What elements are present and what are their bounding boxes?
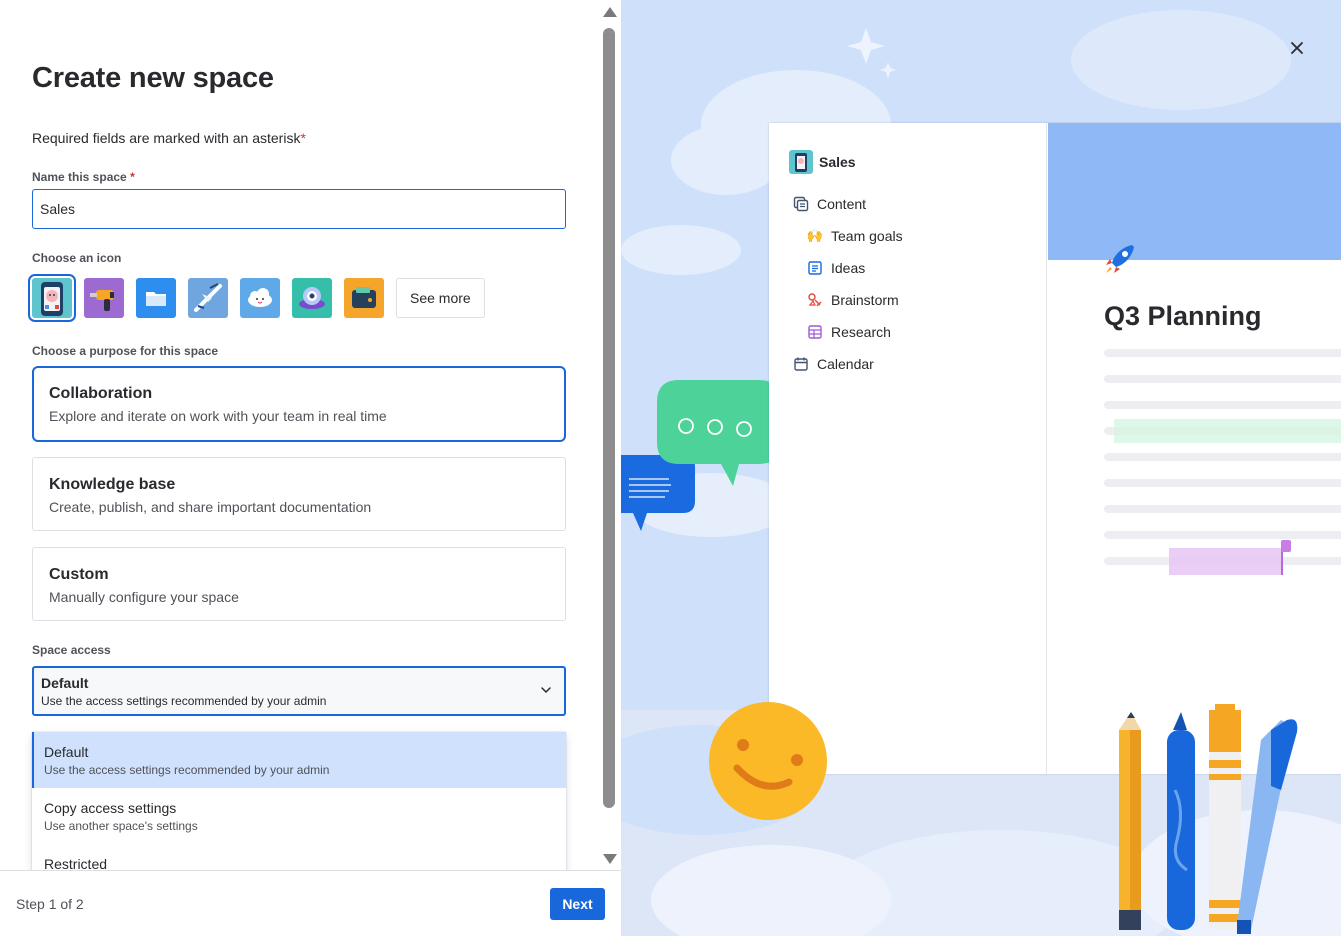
database-icon	[807, 324, 823, 340]
preview-nav-label: Team goals	[831, 228, 903, 244]
purpose-option-title: Knowledge base	[49, 476, 176, 493]
scroll-up-arrow-icon[interactable]	[603, 7, 617, 17]
access-option-default[interactable]: Default Use the access settings recommen…	[32, 732, 566, 788]
drill-icon[interactable]	[84, 278, 124, 318]
purpose-option-title: Collaboration	[49, 385, 153, 402]
required-note-text: Required fields are marked with an aster…	[32, 130, 301, 146]
purpose-label: Choose a purpose for this space	[32, 344, 219, 358]
space-preview-illustration: Sales Content 🙌 Team goals Ideas Brainst…	[621, 0, 1341, 936]
step-indicator: Step 1 of 2	[16, 896, 84, 912]
preview-text-line	[1104, 375, 1341, 383]
name-field-label-text: Name this space	[32, 170, 127, 184]
preview-text-line	[1104, 531, 1341, 539]
content-icon	[793, 196, 809, 212]
create-space-form-panel: Create new space Required fields are mar…	[0, 0, 621, 936]
phone-robot-icon	[789, 150, 813, 174]
preview-nav-team-goals: 🙌 Team goals	[807, 228, 903, 244]
whiteboard-icon	[807, 292, 823, 308]
space-name-input[interactable]	[32, 189, 566, 229]
close-icon	[1291, 42, 1303, 54]
preview-nav-brainstorm: Brainstorm	[807, 292, 899, 308]
form-scrollbar[interactable]	[598, 0, 621, 870]
pens-illustration	[1119, 704, 1298, 934]
required-fields-note: Required fields are marked with an aster…	[32, 130, 306, 146]
form-scroll-area: Create new space Required fields are mar…	[0, 0, 598, 870]
dialog-footer: Step 1 of 2 Next	[0, 870, 621, 936]
access-option-restricted[interactable]: Restricted	[32, 844, 566, 870]
access-option-description: Use another space's settings	[44, 819, 198, 833]
space-access-label: Space access	[32, 643, 111, 657]
required-asterisk: *	[130, 170, 135, 184]
preview-nav-label: Content	[817, 196, 867, 212]
raised-hands-icon: 🙌	[806, 228, 824, 243]
purpose-option-knowledge-base[interactable]: Knowledge base Create, publish, and shar…	[32, 457, 566, 531]
scrollbar-thumb[interactable]	[603, 28, 615, 808]
icon-picker-label: Choose an icon	[32, 251, 122, 265]
preview-text-line	[1104, 453, 1341, 461]
purpose-option-description: Explore and iterate on work with your te…	[49, 408, 387, 424]
purpose-option-custom[interactable]: Custom Manually configure your space	[32, 547, 566, 621]
preview-highlight-purple	[1169, 548, 1282, 575]
preview-sidebar: Sales Content 🙌 Team goals Ideas Brainst…	[769, 123, 1047, 774]
preview-nav-research: Research	[807, 324, 891, 340]
preview-space-header: Sales	[789, 150, 856, 174]
purpose-option-collaboration[interactable]: Collaboration Explore and iterate on wor…	[32, 366, 566, 442]
preview-text-line	[1104, 401, 1341, 409]
wallet-icon[interactable]	[344, 278, 384, 318]
preview-nav-label: Research	[831, 324, 891, 340]
close-button[interactable]	[1285, 36, 1309, 60]
purpose-option-title: Custom	[49, 566, 109, 583]
preview-text-line	[1104, 505, 1341, 513]
purpose-option-description: Manually configure your space	[49, 589, 239, 605]
next-button[interactable]: Next	[550, 888, 605, 920]
preview-nav-calendar: Calendar	[793, 356, 874, 372]
space-access-selected-title: Default	[41, 675, 89, 691]
preview-text-line	[1104, 349, 1341, 357]
preview-nav-content: Content	[793, 196, 866, 212]
space-access-menu: Default Use the access settings recommen…	[32, 732, 566, 870]
icon-picker: See more	[28, 274, 485, 322]
chevron-down-icon	[541, 687, 551, 693]
preview-cursor-flag	[1281, 540, 1291, 552]
rocket-icon	[1106, 245, 1134, 273]
cloud-face-icon[interactable]	[240, 278, 280, 318]
calendar-icon	[793, 356, 809, 372]
space-access-select[interactable]: Default Use the access settings recommen…	[32, 666, 566, 716]
preview-nav-ideas: Ideas	[807, 260, 865, 276]
access-option-title: Restricted	[44, 856, 108, 870]
preview-nav-label: Calendar	[817, 356, 874, 372]
space-preview-card: Sales Content 🙌 Team goals Ideas Brainst…	[769, 123, 1341, 774]
access-option-description: Use the access settings recommended by y…	[44, 763, 330, 777]
preview-nav-label: Brainstorm	[831, 292, 899, 308]
scroll-down-arrow-icon[interactable]	[603, 854, 617, 864]
name-field-label: Name this space *	[32, 170, 135, 184]
preview-page-title: Q3 Planning	[1104, 301, 1262, 331]
phone-robot-icon[interactable]	[28, 274, 76, 322]
access-option-title: Default	[44, 744, 89, 760]
purpose-option-description: Create, publish, and share important doc…	[49, 499, 372, 515]
space-access-selected-description: Use the access settings recommended by y…	[41, 694, 327, 708]
page-icon	[807, 260, 823, 276]
see-more-icons-button[interactable]: See more	[396, 278, 485, 318]
folder-icon[interactable]	[136, 278, 176, 318]
preview-text-line	[1104, 479, 1341, 487]
required-asterisk: *	[300, 130, 306, 146]
airplane-icon[interactable]	[188, 278, 228, 318]
preview-space-name: Sales	[819, 154, 856, 170]
preview-cover-image	[1048, 123, 1341, 260]
access-option-copy[interactable]: Copy access settings Use another space's…	[32, 788, 566, 844]
page-title: Create new space	[32, 62, 274, 94]
access-option-title: Copy access settings	[44, 800, 177, 816]
ufo-icon[interactable]	[292, 278, 332, 318]
chat-bubbles-illustration	[621, 380, 781, 531]
preview-highlight-green	[1114, 419, 1341, 443]
preview-nav-label: Ideas	[831, 260, 866, 276]
smiley-face-illustration	[709, 702, 827, 820]
